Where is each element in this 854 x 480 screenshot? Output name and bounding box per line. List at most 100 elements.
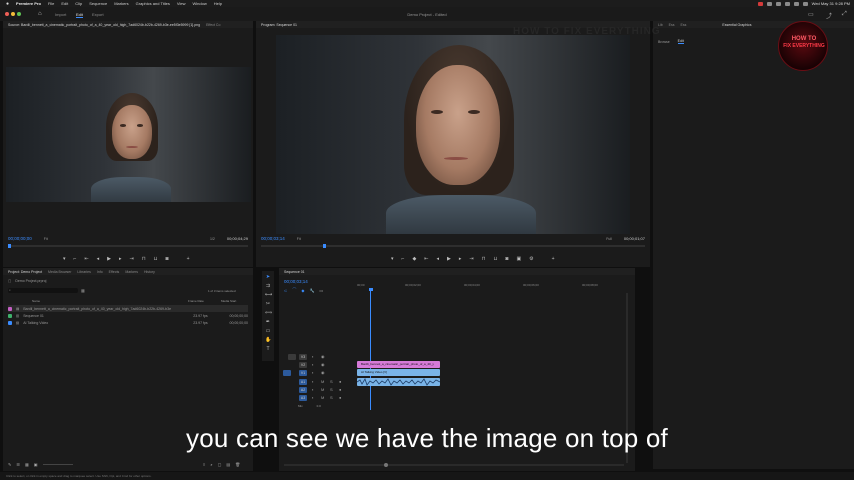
- track-label[interactable]: V1: [299, 370, 307, 376]
- extract-button[interactable]: ⊔: [494, 256, 498, 262]
- lock-icon[interactable]: ▪: [312, 370, 313, 375]
- mark-out-button[interactable]: ⌐: [74, 256, 77, 262]
- mark-out-button[interactable]: ⌐: [402, 256, 405, 262]
- mute-button[interactable]: M: [321, 395, 324, 400]
- play-button[interactable]: ▶: [107, 256, 111, 262]
- solo-button[interactable]: S: [330, 379, 333, 384]
- lock-icon[interactable]: ▪: [312, 354, 313, 359]
- status-icon[interactable]: [775, 1, 781, 6]
- step-back-button[interactable]: ◂: [97, 256, 100, 262]
- tab-essential-graphics[interactable]: Essential Graphics: [722, 23, 751, 27]
- lock-icon[interactable]: ▪: [312, 362, 313, 367]
- source-scrubber[interactable]: [8, 244, 248, 248]
- step-forward-button[interactable]: ▸: [459, 256, 462, 262]
- tab-source[interactable]: Source: Bardli_bennett_a_cinematic_portr…: [8, 23, 200, 27]
- microphone-icon[interactable]: ●: [339, 395, 341, 400]
- tab-markers[interactable]: Markers: [125, 270, 138, 274]
- ripple-edit-icon[interactable]: ⟷: [265, 292, 272, 298]
- mix-value[interactable]: 0.0: [317, 404, 321, 408]
- program-scrubber[interactable]: [261, 244, 645, 248]
- tab-info[interactable]: Info: [97, 270, 103, 274]
- record-icon[interactable]: [757, 1, 763, 6]
- menu-markers[interactable]: Markers: [114, 1, 128, 6]
- step-back-button[interactable]: ◂: [437, 256, 440, 262]
- new-item-icon[interactable]: ▤: [226, 462, 230, 467]
- program-resolution-select[interactable]: Full: [606, 237, 612, 241]
- tab-browse[interactable]: Browse: [658, 40, 670, 44]
- eye-icon[interactable]: ◉: [321, 362, 325, 367]
- apple-icon[interactable]: ●: [6, 1, 9, 7]
- mark-in-button[interactable]: ▾: [63, 256, 66, 262]
- insert-button[interactable]: ⊓: [142, 256, 146, 262]
- lift-button[interactable]: ⊓: [482, 256, 486, 262]
- timeline-ruler[interactable]: 00;00 00;00;02;00 00;00;04;00 00;00;06;0…: [357, 282, 629, 290]
- pen-tool-icon[interactable]: ✒: [265, 319, 271, 325]
- selection-tool-icon[interactable]: ➤: [265, 274, 271, 280]
- new-bin-icon[interactable]: ▦: [81, 288, 85, 293]
- fullscreen-icon[interactable]: ⤢: [842, 11, 847, 18]
- project-search-input[interactable]: ⌕: [8, 288, 78, 293]
- captions-icon[interactable]: ▭: [319, 288, 323, 293]
- linked-selection-icon[interactable]: ⌒: [292, 287, 296, 293]
- track-target[interactable]: [288, 354, 296, 360]
- source-fit-select[interactable]: Fit: [44, 237, 48, 241]
- eye-icon[interactable]: ◉: [321, 370, 325, 375]
- icon-view-icon[interactable]: ▦: [25, 462, 29, 467]
- track-label[interactable]: A1: [299, 379, 307, 385]
- mute-button[interactable]: M: [321, 379, 324, 384]
- trash-icon[interactable]: 🗑: [235, 462, 240, 467]
- tab-essential-sound[interactable]: Ess: [669, 23, 675, 27]
- wifi-icon[interactable]: [784, 1, 790, 6]
- menu-view[interactable]: View: [177, 1, 186, 6]
- program-playhead[interactable]: [323, 244, 326, 248]
- lock-icon[interactable]: ▪: [312, 395, 313, 400]
- source-timecode[interactable]: 00;00;00;00: [8, 236, 32, 241]
- tab-history[interactable]: History: [144, 270, 155, 274]
- menu-graphics[interactable]: Graphics and Titles: [136, 1, 170, 6]
- menu-window[interactable]: Window: [193, 1, 207, 6]
- timeline-clip-audio[interactable]: [357, 378, 440, 386]
- tab-libraries[interactable]: Libraries: [77, 270, 90, 274]
- timeline-clip-video[interactable]: AI Talking Video [V]: [357, 369, 440, 376]
- timeline-clip-image[interactable]: Bardli_bennett_a_cinematic_portrait_phot…: [357, 361, 440, 368]
- timeline-timecode[interactable]: 00;00;03;14: [284, 279, 308, 284]
- scroll-handle[interactable]: [384, 463, 388, 467]
- menu-clip[interactable]: Clip: [75, 1, 82, 6]
- menu-app[interactable]: Premiere Pro: [16, 1, 41, 6]
- tab-essential-color[interactable]: Ess: [681, 23, 687, 27]
- column-name[interactable]: Name: [8, 299, 188, 303]
- search-icon[interactable]: [793, 1, 799, 6]
- column-media-start[interactable]: Media Start: [221, 299, 236, 303]
- mark-in-button[interactable]: ▾: [391, 256, 394, 262]
- microphone-icon[interactable]: ●: [339, 387, 341, 392]
- program-video-frame[interactable]: [276, 35, 630, 234]
- export-frame-button[interactable]: ◙: [505, 256, 508, 262]
- source-video-frame[interactable]: [6, 67, 251, 202]
- pencil-icon[interactable]: ✎: [8, 462, 11, 467]
- go-to-out-button[interactable]: ⇥: [469, 256, 473, 262]
- overwrite-button[interactable]: ⊔: [154, 256, 158, 262]
- tab-sequence[interactable]: Sequence 01: [284, 270, 305, 274]
- workspace-icon[interactable]: ▭: [808, 11, 814, 18]
- comparison-view-button[interactable]: ▣: [516, 256, 521, 262]
- settings-icon[interactable]: ⚙: [529, 256, 533, 262]
- add-marker-icon[interactable]: ◆: [301, 288, 304, 293]
- find-icon[interactable]: ⌕: [210, 462, 212, 467]
- export-frame-button[interactable]: ◙: [166, 256, 169, 262]
- slip-tool-icon[interactable]: ⟺: [265, 310, 272, 316]
- hand-tool-icon[interactable]: ✋: [265, 337, 271, 343]
- mute-button[interactable]: M: [321, 387, 324, 392]
- add-marker-button[interactable]: ◆: [412, 256, 416, 262]
- list-view-icon[interactable]: ☰: [16, 462, 20, 467]
- list-item[interactable]: ▧ AI Talking Video 23.97 fps 00;00;00;00: [8, 319, 248, 326]
- column-frame-rate[interactable]: Frame Rate: [188, 299, 221, 303]
- tab-effects[interactable]: Effects: [109, 270, 120, 274]
- tab-program[interactable]: Program: Sequence 01: [261, 23, 297, 27]
- lock-icon[interactable]: ▪: [312, 379, 313, 384]
- program-timecode[interactable]: 00;00;03;14: [261, 236, 285, 241]
- track-label[interactable]: V3: [299, 354, 307, 360]
- program-fit-select[interactable]: Fit: [297, 237, 301, 241]
- tab-effect-controls[interactable]: Effect Co: [206, 23, 220, 27]
- solo-button[interactable]: S: [330, 387, 333, 392]
- status-icon[interactable]: [766, 1, 772, 6]
